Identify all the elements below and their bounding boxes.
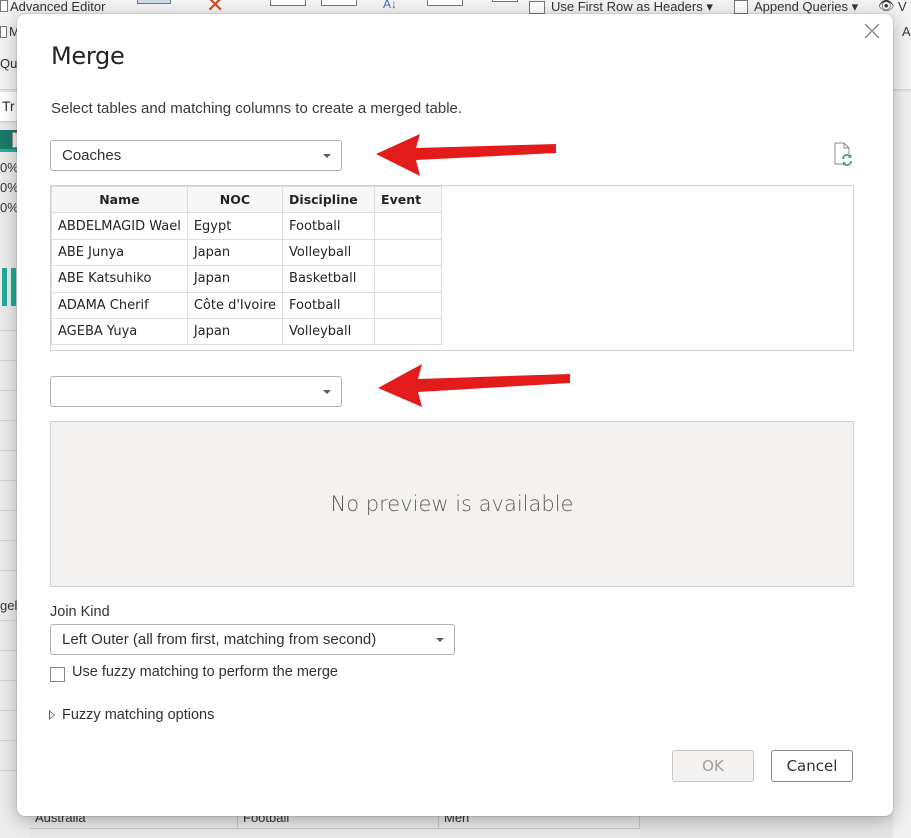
quality-percent: 0% xyxy=(0,200,19,215)
use-first-row-button[interactable]: Use First Row as Headers ▾ xyxy=(551,0,713,15)
eye-icon[interactable]: 👁 xyxy=(878,0,895,14)
table-row: ADAMA Cherif Côte d'Ivoire Football xyxy=(51,291,443,319)
document-icon xyxy=(0,0,8,12)
refresh-icon[interactable] xyxy=(833,142,853,166)
first-table-select[interactable]: Coaches xyxy=(50,140,342,171)
table-cell: Côte d'Ivoire xyxy=(186,291,284,319)
first-table-select-value: Coaches xyxy=(62,147,122,164)
column-header-name[interactable]: Name xyxy=(51,186,188,214)
preview-table: Name NOC Discipline Event ABDELMAGID Wae… xyxy=(51,186,443,346)
fuzzy-options-expander[interactable]: Fuzzy matching options xyxy=(49,707,214,723)
table-cell: Japan xyxy=(186,238,284,267)
table-cell xyxy=(374,291,443,319)
sort-icon[interactable]: A↓ xyxy=(383,0,397,11)
ribbon-truncated-a[interactable]: A xyxy=(902,24,911,39)
column-header-event[interactable]: Event xyxy=(374,186,443,214)
annotation-arrow-icon xyxy=(378,364,570,407)
table-row: AGEBA Yuya Japan Volleyball xyxy=(51,317,443,346)
columns-icon-2[interactable] xyxy=(321,0,357,6)
table-cell: Football xyxy=(282,291,376,319)
join-kind-select-value: Left Outer (all from first, matching fro… xyxy=(62,631,377,648)
quality-percent: 0% xyxy=(0,160,19,175)
cancel-button[interactable]: Cancel xyxy=(771,750,853,782)
fuzzy-matching-checkbox[interactable] xyxy=(50,667,65,682)
close-icon[interactable] xyxy=(863,22,881,40)
ribbon-truncated-v[interactable]: V xyxy=(898,0,907,14)
table-cell xyxy=(374,212,443,240)
append-queries-button[interactable]: Append Queries ▾ xyxy=(754,0,858,15)
dialog-title: Merge xyxy=(51,42,125,70)
table-icon xyxy=(137,0,171,4)
table-cell: ABE Junya xyxy=(51,238,188,267)
column-header-discipline[interactable]: Discipline xyxy=(282,186,376,214)
merge-dialog: Merge Select tables and matching columns… xyxy=(17,14,893,816)
grid-cell-text: gel xyxy=(0,598,18,613)
fuzzy-matching-label[interactable]: Use fuzzy matching to perform the merge xyxy=(72,664,338,680)
second-table-select[interactable] xyxy=(50,376,342,407)
first-table-preview: Name NOC Discipline Event ABDELMAGID Wae… xyxy=(50,185,854,351)
chevron-down-icon xyxy=(323,154,331,158)
grid-icon xyxy=(529,1,545,14)
chevron-right-icon xyxy=(49,710,55,720)
query-icon xyxy=(0,26,7,38)
column-header-noc[interactable]: NOC xyxy=(186,186,284,214)
table-cell: ABDELMAGID Wael xyxy=(51,212,188,240)
table-cell: Japan xyxy=(186,265,284,293)
table-cell xyxy=(374,238,443,267)
join-kind-select[interactable]: Left Outer (all from first, matching fro… xyxy=(50,624,455,655)
join-kind-label: Join Kind xyxy=(50,604,110,620)
table-cell: Japan xyxy=(186,317,284,346)
table-cell: ADAMA Cherif xyxy=(51,291,188,319)
table-row: ABE Junya Japan Volleyball xyxy=(51,238,443,267)
fuzzy-options-label: Fuzzy matching options xyxy=(62,707,215,723)
quality-percent: 0% xyxy=(0,180,19,195)
ribbon-group-label: Qu xyxy=(0,56,18,71)
background-right-strip xyxy=(893,92,911,838)
table-cell: Volleyball xyxy=(282,238,376,267)
table-cell xyxy=(374,317,443,346)
table-cell: ABE Katsuhiko xyxy=(51,265,188,293)
second-table-preview: No preview is available xyxy=(50,421,854,587)
chevron-down-icon xyxy=(436,638,444,642)
table-row: ABE Katsuhiko Japan Basketball xyxy=(51,265,443,293)
formula-text-left: Tr xyxy=(2,98,15,114)
chevron-down-icon xyxy=(323,390,331,394)
table-row: ABDELMAGID Wael Egypt Football xyxy=(51,212,443,240)
dialog-subtitle: Select tables and matching columns to cr… xyxy=(51,100,463,117)
ok-button[interactable]: OK xyxy=(672,750,754,782)
table-cell: AGEBA Yuya xyxy=(51,317,188,346)
table-cell: Football xyxy=(282,212,376,240)
advanced-editor-button[interactable]: Advanced Editor xyxy=(10,0,105,14)
annotation-arrow-icon xyxy=(376,134,556,176)
no-preview-message: No preview is available xyxy=(330,492,574,516)
table-cell: Basketball xyxy=(282,265,376,293)
table-cell: Egypt xyxy=(186,212,284,240)
append-icon xyxy=(734,0,748,14)
table-cell xyxy=(374,265,443,293)
columns-icon[interactable] xyxy=(270,0,306,6)
split-icon[interactable] xyxy=(427,0,463,6)
table-cell: Volleyball xyxy=(282,317,376,346)
group-icon[interactable] xyxy=(492,0,518,2)
